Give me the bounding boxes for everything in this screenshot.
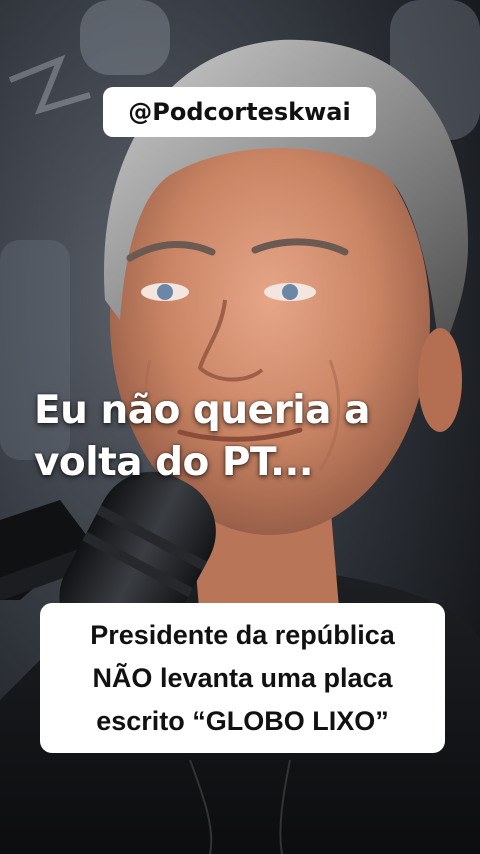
caption-line: escrito “GLOBO LIXO”	[96, 705, 389, 736]
caption-line: NÃO levanta uma placa	[92, 662, 393, 693]
channel-handle-badge: @Podcorteskwai	[103, 87, 376, 137]
headline-line: Eu não queria a	[34, 388, 370, 433]
caption-line: Presidente da república	[90, 619, 395, 650]
quote-headline: Eu não queria a volta do PT...	[34, 385, 454, 489]
channel-handle: @Podcorteskwai	[128, 98, 351, 126]
headline-line: volta do PT...	[34, 440, 314, 485]
caption-box: Presidente da república NÃO levanta uma …	[40, 603, 445, 753]
